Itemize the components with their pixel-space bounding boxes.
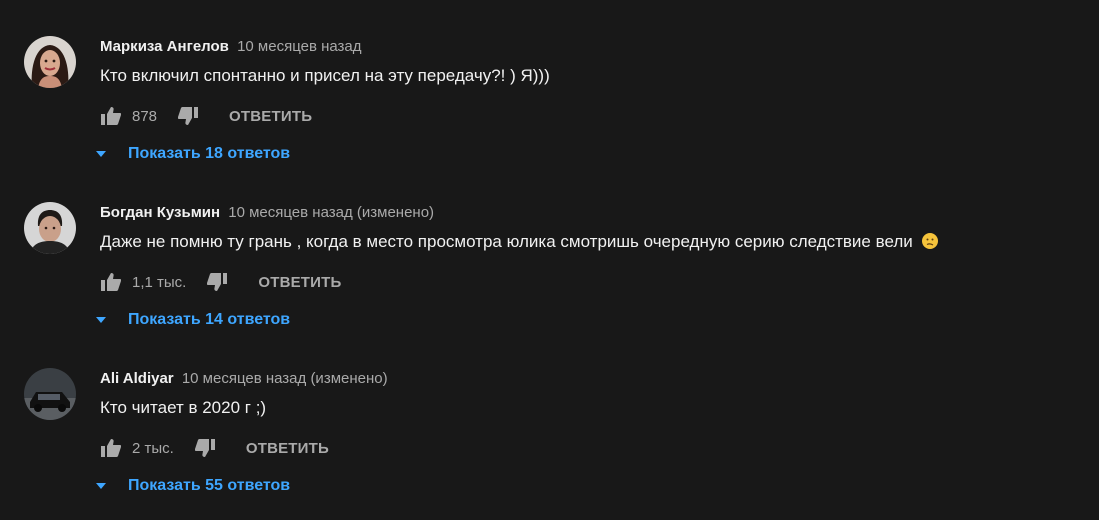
reply-button[interactable]: ОТВЕТИТЬ [229, 108, 312, 125]
like-count: 2 тыс. [132, 439, 174, 457]
avatar[interactable] [24, 36, 76, 88]
comment-text: Даже не помню ту грань , когда в место п… [100, 232, 938, 252]
comment-time[interactable]: 10 месяцев назад (изменено) [228, 204, 434, 221]
author-name[interactable]: Богдан Кузьмин [100, 204, 220, 221]
comment-actions: 878 ОТВЕТИТЬ [100, 104, 312, 128]
avatar[interactable] [24, 202, 76, 254]
comment-header: Маркиза Ангелов 10 месяцев назад [100, 38, 362, 55]
author-name[interactable]: Маркиза Ангелов [100, 38, 229, 55]
thumbs-down-icon[interactable] [206, 271, 228, 293]
thumbs-up-icon[interactable] [100, 105, 122, 127]
show-replies-button[interactable]: Показать 14 ответов [96, 308, 290, 332]
comment-text: Кто включил спонтанно и присел на эту пе… [100, 66, 550, 85]
thumbs-down-icon[interactable] [177, 105, 199, 127]
show-replies-label: Показать 14 ответов [128, 311, 291, 328]
comment-text-body: Даже не помню ту грань , когда в место п… [100, 232, 913, 251]
comment-header: Богдан Кузьмин 10 месяцев назад (изменен… [100, 204, 434, 221]
thumbs-down-icon[interactable] [194, 437, 216, 459]
comment-time[interactable]: 10 месяцев назад (изменено) [182, 370, 388, 387]
avatar[interactable] [24, 368, 76, 420]
thumbs-up-icon[interactable] [100, 437, 122, 459]
chevron-down-icon [96, 151, 108, 157]
reply-button[interactable]: ОТВЕТИТЬ [246, 440, 329, 457]
comment-header: Ali Aldiyar 10 месяцев назад (изменено) [100, 370, 388, 387]
confused-face-icon [921, 233, 938, 249]
like-count: 878 [132, 107, 158, 125]
thumbs-up-icon[interactable] [100, 271, 122, 293]
comment-actions: 2 тыс. ОТВЕТИТЬ [100, 436, 329, 460]
show-replies-label: Показать 55 ответов [128, 477, 291, 494]
comment-time[interactable]: 10 месяцев назад [237, 38, 361, 55]
show-replies-button[interactable]: Показать 55 ответов [96, 474, 290, 498]
show-replies-button[interactable]: Показать 18 ответов [96, 142, 290, 166]
show-replies-label: Показать 18 ответов [128, 145, 291, 162]
like-count: 1,1 тыс. [132, 273, 187, 291]
comment-actions: 1,1 тыс. ОТВЕТИТЬ [100, 270, 342, 294]
reply-button[interactable]: ОТВЕТИТЬ [258, 274, 341, 291]
comment-text: Кто читает в 2020 г ;) [100, 398, 267, 417]
chevron-down-icon [96, 317, 108, 323]
chevron-down-icon [96, 483, 108, 489]
author-name[interactable]: Ali Aldiyar [100, 370, 174, 387]
